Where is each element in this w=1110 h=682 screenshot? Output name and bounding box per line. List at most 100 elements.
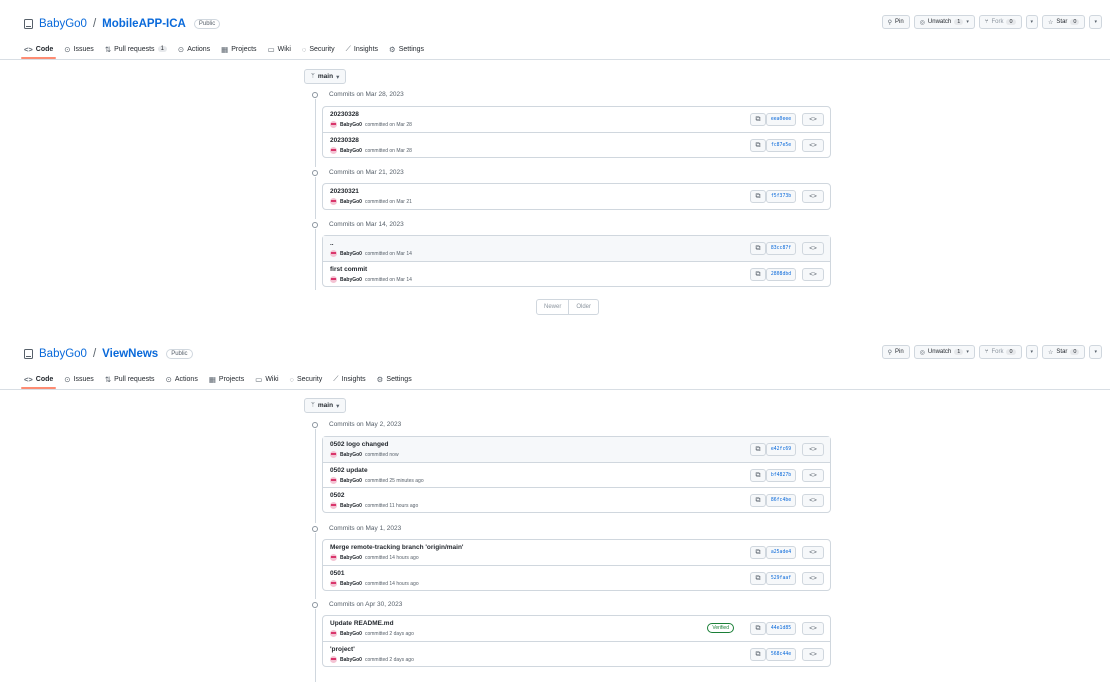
commit-author-link[interactable]: BabyGo0 xyxy=(340,251,362,257)
commit-sha-link[interactable]: 44e1d85 xyxy=(766,622,796,635)
browse-repo-button[interactable]: <> xyxy=(802,190,824,203)
star-button[interactable]: ☆ Star 0 xyxy=(1042,15,1086,29)
copy-sha-button[interactable]: ⧉ xyxy=(750,139,766,152)
avatar[interactable] xyxy=(330,147,337,154)
commit-message-link[interactable]: Merge remote-tracking branch 'origin/mai… xyxy=(330,544,463,551)
avatar[interactable] xyxy=(330,198,337,205)
browse-repo-button[interactable]: <> xyxy=(802,572,824,585)
tab-security[interactable]: ◌ Security xyxy=(302,40,335,58)
commit-message-link[interactable]: 20230328 xyxy=(330,137,359,144)
commit-sha-link[interactable]: 529faaf xyxy=(766,572,796,585)
copy-sha-button[interactable]: ⧉ xyxy=(750,494,766,507)
tab-code[interactable]: <> Code xyxy=(20,40,57,59)
commit-sha-link[interactable]: e42fc69 xyxy=(766,443,796,456)
commit-author-link[interactable]: BabyGo0 xyxy=(340,555,362,561)
copy-sha-button[interactable]: ⧉ xyxy=(750,546,766,559)
tab-actions[interactable]: ⊙ Actions xyxy=(178,40,210,58)
commit-message-link[interactable]: 20230328 xyxy=(330,111,359,118)
avatar[interactable] xyxy=(330,580,337,587)
browse-repo-button[interactable]: <> xyxy=(802,268,824,281)
newer-button[interactable]: Newer xyxy=(537,300,568,314)
star-dropdown-button[interactable]: ▾ xyxy=(1089,15,1102,29)
tab-projects[interactable]: ▦ Projects xyxy=(221,40,256,58)
commit-author-link[interactable]: BabyGo0 xyxy=(340,503,362,509)
unwatch-button[interactable]: ◎ Unwatch 1 ▾ xyxy=(913,345,975,359)
browse-repo-button[interactable]: <> xyxy=(802,242,824,255)
star-dropdown-button[interactable]: ▾ xyxy=(1089,345,1102,359)
copy-sha-button[interactable]: ⧉ xyxy=(750,572,766,585)
repo-owner-link[interactable]: BabyGo0 xyxy=(39,18,87,30)
commit-author-link[interactable]: BabyGo0 xyxy=(340,631,362,637)
tab-code[interactable]: <> Code xyxy=(20,370,57,389)
fork-dropdown-button[interactable]: ▾ xyxy=(1025,345,1039,359)
avatar[interactable] xyxy=(330,477,337,484)
browse-repo-button[interactable]: <> xyxy=(802,546,824,559)
verified-badge[interactable]: Verified xyxy=(707,623,734,633)
tab-settings[interactable]: ⚙ Settings xyxy=(389,40,424,58)
fork-button[interactable]: ⑂ Fork 0 xyxy=(978,345,1022,359)
commit-sha-link[interactable]: 83cc87f xyxy=(766,242,796,255)
copy-sha-button[interactable]: ⧉ xyxy=(750,443,766,456)
browse-repo-button[interactable]: <> xyxy=(802,648,824,661)
tab-pull-requests[interactable]: ⇅ Pull requests 1 xyxy=(105,40,167,58)
tab-settings[interactable]: ⚙ Settings xyxy=(377,370,412,388)
commit-author-link[interactable]: BabyGo0 xyxy=(340,657,362,663)
avatar[interactable] xyxy=(330,276,337,283)
pin-button[interactable]: ⚲ Pin xyxy=(881,345,910,359)
avatar[interactable] xyxy=(330,554,337,561)
browse-repo-button[interactable]: <> xyxy=(802,469,824,482)
fork-button[interactable]: ⑂ Fork 0 xyxy=(978,15,1022,29)
tab-pull-requests[interactable]: ⇅ Pull requests xyxy=(105,370,155,388)
avatar[interactable] xyxy=(330,630,337,637)
fork-dropdown-button[interactable]: ▾ xyxy=(1025,15,1039,29)
older-button[interactable]: Older xyxy=(568,300,598,314)
copy-sha-button[interactable]: ⧉ xyxy=(750,242,766,255)
commit-author-link[interactable]: BabyGo0 xyxy=(340,581,362,587)
tab-wiki[interactable]: ▭ Wiki xyxy=(268,40,291,58)
unwatch-button[interactable]: ◎ Unwatch 1 ▾ xyxy=(913,15,975,29)
commit-sha-link[interactable]: 86fc4be xyxy=(766,494,796,507)
commit-sha-link[interactable]: eea0eee xyxy=(766,113,796,126)
commit-author-link[interactable]: BabyGo0 xyxy=(340,199,362,205)
copy-sha-button[interactable]: ⧉ xyxy=(750,268,766,281)
commit-message-link[interactable]: first commit xyxy=(330,266,367,273)
tab-security[interactable]: ◌ Security xyxy=(290,370,323,388)
tab-actions[interactable]: ⊙ Actions xyxy=(166,370,198,388)
tab-projects[interactable]: ▦ Projects xyxy=(209,370,244,388)
browse-repo-button[interactable]: <> xyxy=(802,443,824,456)
copy-sha-button[interactable]: ⧉ xyxy=(750,190,766,203)
commit-message-link[interactable]: 0502 xyxy=(330,492,344,499)
browse-repo-button[interactable]: <> xyxy=(802,494,824,507)
commit-message-link[interactable]: Update README.md xyxy=(330,620,394,627)
repo-name-link[interactable]: ViewNews xyxy=(102,348,158,360)
commit-message-link[interactable]: 'project' xyxy=(330,646,355,653)
commit-sha-link[interactable]: f5f373b xyxy=(766,190,796,203)
avatar[interactable] xyxy=(330,502,337,509)
commit-author-link[interactable]: BabyGo0 xyxy=(340,478,362,484)
commit-message-link[interactable]: 20230321 xyxy=(330,188,359,195)
tab-insights[interactable]: ⟋ Insights xyxy=(333,370,365,388)
tab-issues[interactable]: ⊙ Issues xyxy=(64,40,94,58)
copy-sha-button[interactable]: ⧉ xyxy=(750,113,766,126)
commit-sha-link[interactable]: bf4827b xyxy=(766,469,796,482)
avatar[interactable] xyxy=(330,250,337,257)
commit-sha-link[interactable]: fc87e5e xyxy=(766,139,796,152)
tab-issues[interactable]: ⊙ Issues xyxy=(64,370,94,388)
commit-sha-link[interactable]: 2808dbd xyxy=(766,268,796,281)
tab-wiki[interactable]: ▭ Wiki xyxy=(255,370,278,388)
branch-select-button[interactable]: ᛘ main ▾ xyxy=(304,398,347,413)
commit-message-link[interactable]: .. xyxy=(330,240,334,247)
tab-insights[interactable]: ⟋ Insights xyxy=(346,40,378,58)
copy-sha-button[interactable]: ⧉ xyxy=(750,469,766,482)
pin-button[interactable]: ⚲ Pin xyxy=(881,15,910,29)
commit-sha-link[interactable]: 568c44e xyxy=(766,648,796,661)
commit-author-link[interactable]: BabyGo0 xyxy=(340,148,362,154)
avatar[interactable] xyxy=(330,656,337,663)
commit-message-link[interactable]: 0502 update xyxy=(330,467,368,474)
browse-repo-button[interactable]: <> xyxy=(802,113,824,126)
copy-sha-button[interactable]: ⧉ xyxy=(750,648,766,661)
avatar[interactable] xyxy=(330,451,337,458)
repo-owner-link[interactable]: BabyGo0 xyxy=(39,348,87,360)
repo-name-link[interactable]: MobileAPP-ICA xyxy=(102,18,186,30)
commit-message-link[interactable]: 0502 logo changed xyxy=(330,441,389,448)
